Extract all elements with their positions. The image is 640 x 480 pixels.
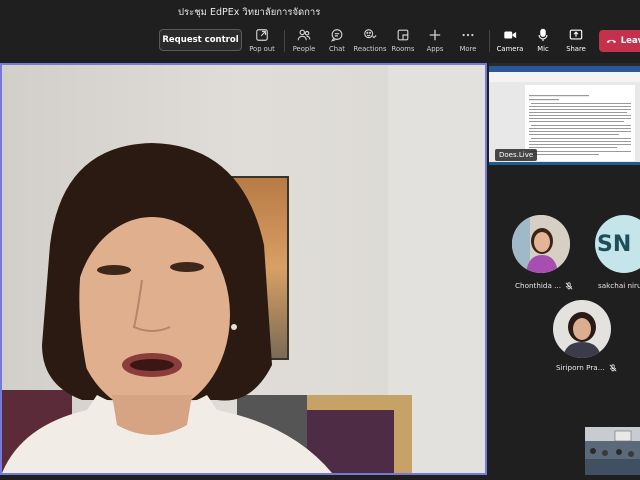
avatar[interactable]: SN	[595, 215, 640, 273]
mic-icon	[538, 28, 548, 42]
participant-name-3: Siriporn Pra...	[556, 363, 617, 372]
people-icon	[297, 29, 311, 41]
participant-name-label: sakchai nirunt	[598, 281, 640, 290]
speaker-video-frame	[2, 65, 485, 473]
mic-label: Mic	[537, 45, 549, 53]
apps-button[interactable]: Apps	[417, 27, 453, 57]
title-bar: ประชุม EdPEx วิทยาลัยการจัดการ	[0, 0, 640, 24]
more-label: More	[459, 45, 477, 53]
share-label: Share	[566, 45, 586, 53]
apps-label: Apps	[426, 45, 444, 53]
camera-button[interactable]: Camera	[492, 27, 528, 57]
participant-initials: SN	[597, 231, 632, 257]
screen-share-tile[interactable]: Does.Live	[489, 63, 640, 165]
pop-out-icon	[256, 29, 268, 41]
more-button[interactable]: More	[450, 27, 486, 57]
rooms-label: Rooms	[391, 45, 415, 53]
people-button[interactable]: People	[286, 27, 322, 57]
reactions-label: Reactions	[353, 45, 387, 53]
chat-icon	[330, 29, 343, 42]
reactions-icon	[364, 29, 377, 39]
participants-pane: Does.Live Chonthida ... SN sakchai nirun…	[489, 60, 640, 480]
avatar[interactable]	[553, 300, 611, 358]
meeting-toolbar: Request control Pop out People Chat Reac…	[0, 24, 640, 60]
mic-button[interactable]: Mic	[525, 27, 561, 57]
avatar[interactable]	[512, 215, 570, 273]
room-video-tile[interactable]	[585, 427, 640, 475]
rooms-icon	[397, 29, 409, 41]
toolbar-divider	[284, 30, 285, 52]
leave-label: Leave	[620, 36, 640, 46]
participant-name-2: sakchai nirunt	[598, 281, 640, 290]
camera-label: Camera	[496, 45, 524, 53]
room-video-frame	[585, 427, 640, 475]
pop-out-label: Pop out	[249, 45, 275, 53]
apps-icon	[429, 29, 441, 41]
share-button[interactable]: Share	[558, 27, 594, 57]
people-label: People	[292, 45, 316, 53]
more-icon	[462, 33, 474, 37]
hang-up-icon	[606, 39, 617, 44]
reactions-button[interactable]: Reactions	[352, 27, 388, 57]
share-icon	[569, 29, 583, 40]
leave-button[interactable]: Leave	[599, 30, 640, 52]
participant-photo	[553, 300, 611, 358]
participant-photo	[512, 215, 570, 273]
mic-off-icon	[609, 363, 617, 372]
request-control-button[interactable]: Request control	[159, 29, 242, 51]
participant-name-1: Chonthida ...	[515, 281, 573, 290]
share-label: Does.Live	[495, 149, 538, 161]
mic-off-icon	[565, 281, 573, 290]
chat-label: Chat	[329, 45, 345, 53]
camera-icon	[504, 31, 517, 39]
toolbar-divider	[489, 30, 490, 52]
participant-name-label: Siriporn Pra...	[556, 363, 605, 372]
chat-button[interactable]: Chat	[319, 27, 355, 57]
meeting-title: ประชุม EdPEx วิทยาลัยการจัดการ	[178, 7, 321, 18]
rooms-button[interactable]: Rooms	[385, 27, 421, 57]
pop-out-button[interactable]: Pop out	[244, 27, 280, 57]
main-speaker-video	[0, 63, 487, 475]
participant-name-label: Chonthida ...	[515, 281, 562, 290]
